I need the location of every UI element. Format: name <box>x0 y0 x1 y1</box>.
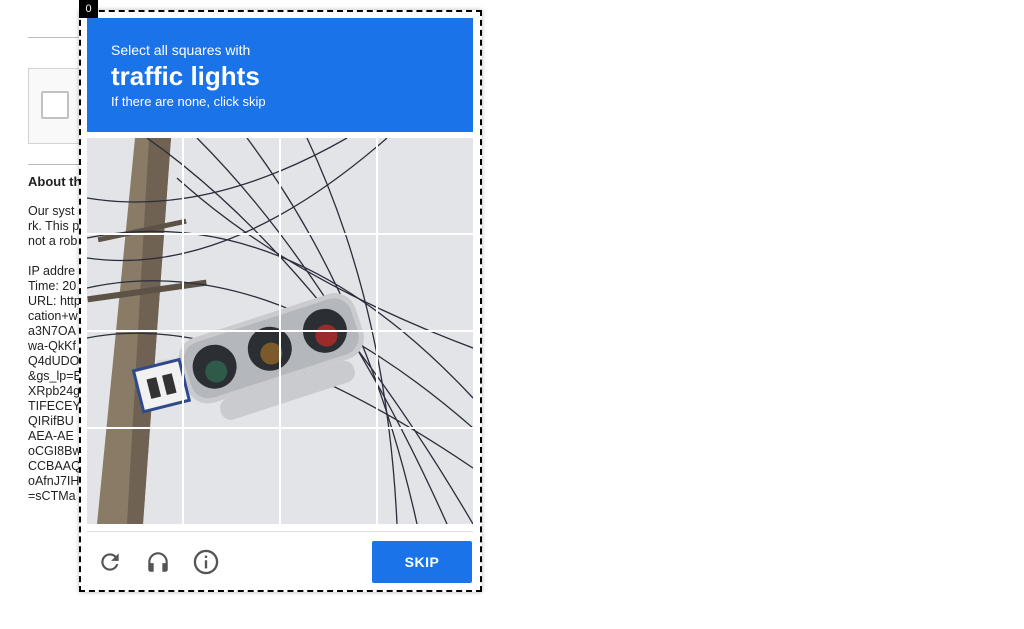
street-scene-image <box>378 429 473 524</box>
image-tile[interactable] <box>184 138 279 233</box>
headphones-icon <box>148 552 168 572</box>
street-scene-image <box>281 429 376 524</box>
image-tile[interactable] <box>378 235 473 330</box>
image-tile[interactable] <box>378 138 473 233</box>
image-tile[interactable] <box>87 138 182 233</box>
footer-divider <box>87 531 473 532</box>
street-scene-image <box>378 138 473 233</box>
image-tile[interactable] <box>184 429 279 524</box>
challenge-target: traffic lights <box>111 61 260 91</box>
info-button[interactable] <box>190 546 222 578</box>
street-scene-image <box>87 235 182 330</box>
skip-button[interactable]: SKIP <box>372 541 472 583</box>
image-tile[interactable] <box>87 235 182 330</box>
image-tile[interactable] <box>87 332 182 427</box>
street-scene-image <box>87 332 182 427</box>
street-scene-image <box>281 235 376 330</box>
image-tile[interactable] <box>281 138 376 233</box>
recaptcha-checkbox[interactable] <box>41 91 69 119</box>
street-scene-image <box>87 138 182 233</box>
audio-challenge-button[interactable] <box>142 546 174 578</box>
challenge-instruction: Select all squares with <box>111 42 251 58</box>
street-scene-image <box>87 429 182 524</box>
image-grid <box>87 138 473 524</box>
frame-index-badge: 0 <box>79 0 98 18</box>
image-tile[interactable] <box>281 235 376 330</box>
image-tile[interactable] <box>378 332 473 427</box>
street-scene-image <box>281 332 376 427</box>
image-tile[interactable] <box>184 332 279 427</box>
street-scene-image <box>184 429 279 524</box>
reload-icon <box>101 553 119 571</box>
image-tile[interactable] <box>281 429 376 524</box>
image-tile[interactable] <box>87 429 182 524</box>
image-tile[interactable] <box>378 429 473 524</box>
challenge-header: Select all squares with traffic lights I… <box>87 18 473 132</box>
street-scene-image <box>281 138 376 233</box>
street-scene-image <box>378 235 473 330</box>
street-scene-image <box>184 332 279 427</box>
image-tile[interactable] <box>184 235 279 330</box>
street-scene-image <box>184 138 279 233</box>
street-scene-image <box>378 332 473 427</box>
challenge-hint: If there are none, click skip <box>111 94 266 109</box>
reload-button[interactable] <box>94 546 126 578</box>
street-scene-image <box>184 235 279 330</box>
image-tile[interactable] <box>281 332 376 427</box>
info-icon <box>193 549 219 575</box>
